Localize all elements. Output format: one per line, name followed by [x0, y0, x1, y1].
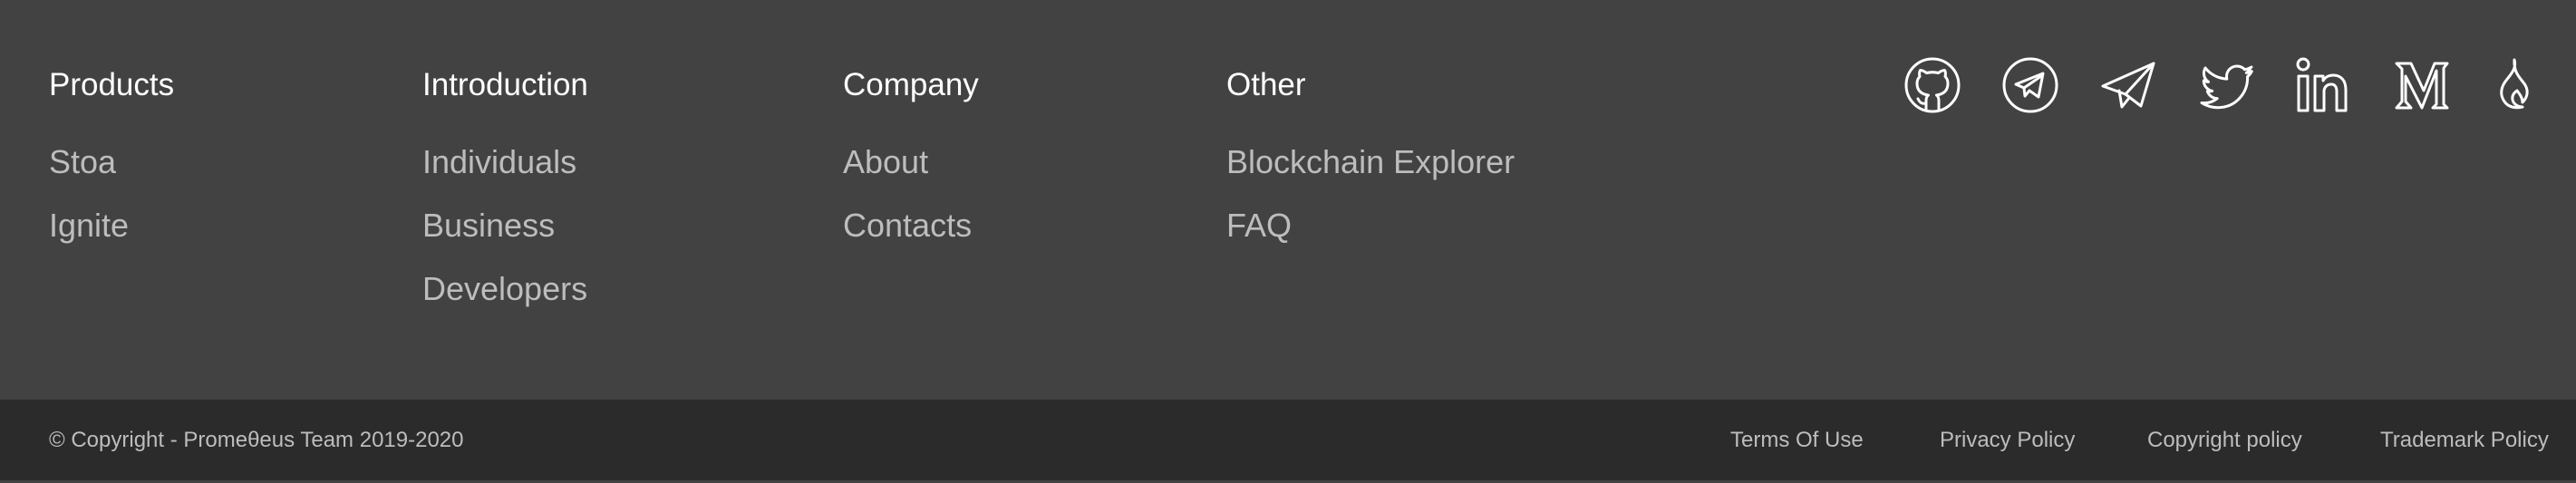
site-footer: Products Stoa Ignite Introduction Indivi… — [0, 0, 2576, 480]
link-developers[interactable]: Developers — [422, 267, 587, 311]
list-item: About — [843, 140, 979, 204]
list-item: Blockchain Explorer — [1226, 140, 1515, 204]
footer-column-other: Other Blockchain Explorer FAQ — [1226, 63, 1515, 267]
medium-icon[interactable] — [2393, 56, 2451, 114]
link-about[interactable]: About — [843, 140, 928, 184]
copyright-policy-link[interactable]: Copyright policy — [2147, 428, 2302, 452]
links-list: About Contacts — [843, 140, 979, 267]
linkedin-icon[interactable] — [2295, 56, 2353, 114]
column-title-other: Other — [1226, 67, 1306, 102]
copyright-text: © Copyright - Promeθeus Team 2019-2020 — [49, 428, 464, 452]
telegram-icon[interactable] — [2001, 56, 2059, 114]
list-item: Individuals — [422, 140, 588, 204]
footer-column-products: Products Stoa Ignite — [49, 63, 174, 267]
link-contacts[interactable]: Contacts — [843, 204, 972, 247]
link-faq[interactable]: FAQ — [1226, 204, 1292, 247]
list-item: Stoa — [49, 140, 174, 204]
footer-column-introduction: Introduction Individuals Business Develo… — [422, 63, 588, 331]
legal-link: Privacy Policy — [1940, 400, 2075, 483]
trademark-policy-link[interactable]: Trademark Policy — [2380, 428, 2549, 452]
list-item: Developers — [422, 267, 588, 331]
column-title-company: Company — [843, 67, 979, 102]
link-stoa[interactable]: Stoa — [49, 140, 116, 184]
link-ignite[interactable]: Ignite — [49, 204, 129, 247]
social-links — [1903, 56, 2538, 120]
links-list: Blockchain Explorer FAQ — [1226, 140, 1515, 267]
privacy-policy-link[interactable]: Privacy Policy — [1940, 428, 2075, 452]
paper-plane-icon[interactable] — [2099, 56, 2157, 114]
links-list: Stoa Ignite — [49, 140, 174, 267]
list-item: Business — [422, 204, 588, 267]
list-item: Ignite — [49, 204, 174, 267]
terms-of-use-link[interactable]: Terms Of Use — [1730, 428, 1864, 452]
twitter-icon[interactable] — [2197, 56, 2255, 114]
list-item: FAQ — [1226, 204, 1515, 267]
legal-link: Trademark Policy — [2380, 400, 2549, 483]
list-item: Contacts — [843, 204, 979, 267]
link-business[interactable]: Business — [422, 204, 555, 247]
legal-link: Copyright policy — [2147, 400, 2302, 483]
footer-bottom-bar: © Copyright - Promeθeus Team 2019-2020 T… — [0, 400, 2576, 480]
legal-link: Terms Of Use — [1730, 400, 1864, 483]
link-blockchain-explorer[interactable]: Blockchain Explorer — [1226, 140, 1515, 184]
footer-main: Products Stoa Ignite Introduction Indivi… — [0, 0, 2576, 400]
github-icon[interactable] — [1903, 56, 1961, 114]
flame-icon[interactable] — [2480, 56, 2538, 114]
footer-column-company: Company About Contacts — [843, 63, 979, 267]
links-list: Individuals Business Developers — [422, 140, 588, 331]
column-title-products: Products — [49, 67, 175, 102]
column-title-introduction: Introduction — [422, 67, 588, 102]
link-individuals[interactable]: Individuals — [422, 140, 576, 184]
